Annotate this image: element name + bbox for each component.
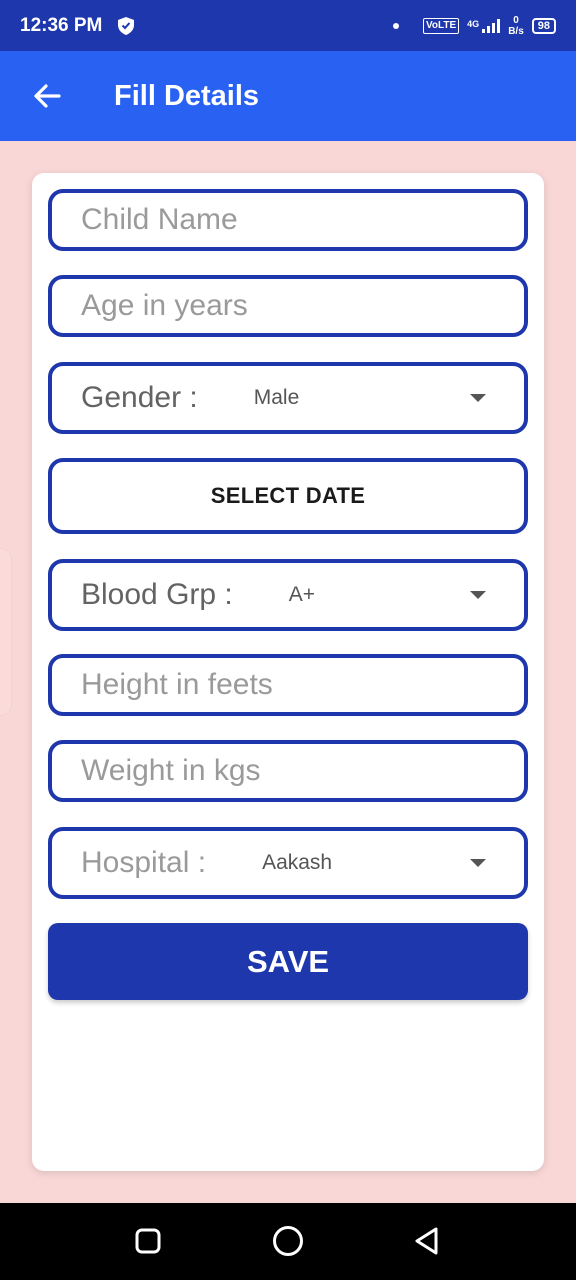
page-title: Fill Details (114, 79, 260, 112)
circle-icon (273, 1226, 303, 1256)
edge-panel-handle[interactable] (0, 548, 12, 716)
dropdown-arrow-icon (470, 859, 486, 867)
select-date-button[interactable]: SELECT DATE (48, 458, 528, 534)
triangle-back-icon (415, 1227, 438, 1255)
child-name-input[interactable] (52, 193, 524, 247)
network-type: 4G (467, 18, 480, 29)
weight-input[interactable] (52, 744, 524, 798)
status-time: 12:36 PM (20, 14, 103, 36)
network-speed-unit: B/s (508, 25, 524, 37)
gender-dropdown[interactable]: Gender : Male (48, 362, 528, 434)
arrow-left-icon (34, 84, 61, 108)
system-nav-bar (0, 1203, 576, 1280)
age-input[interactable] (52, 279, 524, 333)
age-field (48, 275, 528, 337)
hospital-dropdown[interactable]: Hospital : Aakash (48, 827, 528, 899)
nav-back-button[interactable] (408, 1223, 444, 1259)
status-indicators: VoLTE 4G 0 B/s 98 (392, 15, 556, 37)
signal-icon: 4G (467, 18, 501, 33)
recents-button[interactable] (130, 1223, 166, 1259)
gender-value: Male (253, 386, 300, 409)
dropdown-arrow-icon (470, 394, 486, 402)
app-bar: Fill Details (0, 51, 576, 141)
network-speed-value: 0 (513, 14, 519, 26)
home-button[interactable] (270, 1223, 306, 1259)
notification-dot-icon (392, 22, 399, 29)
network-speed: 0 B/s (508, 15, 524, 37)
height-field (48, 654, 528, 716)
height-input[interactable] (52, 658, 524, 712)
shield-icon (118, 16, 135, 35)
dropdown-arrow-icon (470, 591, 486, 599)
blood-group-label: Blood Grp : (81, 578, 233, 611)
blood-group-dropdown[interactable]: Blood Grp : A+ (48, 559, 528, 631)
back-button[interactable] (22, 71, 72, 121)
hospital-label: Hospital : (81, 846, 207, 879)
square-icon (135, 1228, 161, 1254)
blood-group-value: A+ (288, 583, 316, 606)
status-bar: 12:36 PM VoLTE 4G 0 B/s 98 (0, 0, 576, 51)
gender-label: Gender : (81, 381, 198, 414)
weight-field (48, 740, 528, 802)
save-button[interactable]: SAVE (48, 923, 528, 1000)
form-card: Gender : Male SELECT DATE Blood Grp : A+… (32, 173, 544, 1171)
battery-icon: 98 (531, 17, 556, 34)
child-name-field (48, 189, 528, 251)
hospital-value: Aakash (262, 851, 333, 874)
volte-badge: VoLTE (422, 17, 460, 34)
battery-level: 98 (537, 19, 550, 32)
